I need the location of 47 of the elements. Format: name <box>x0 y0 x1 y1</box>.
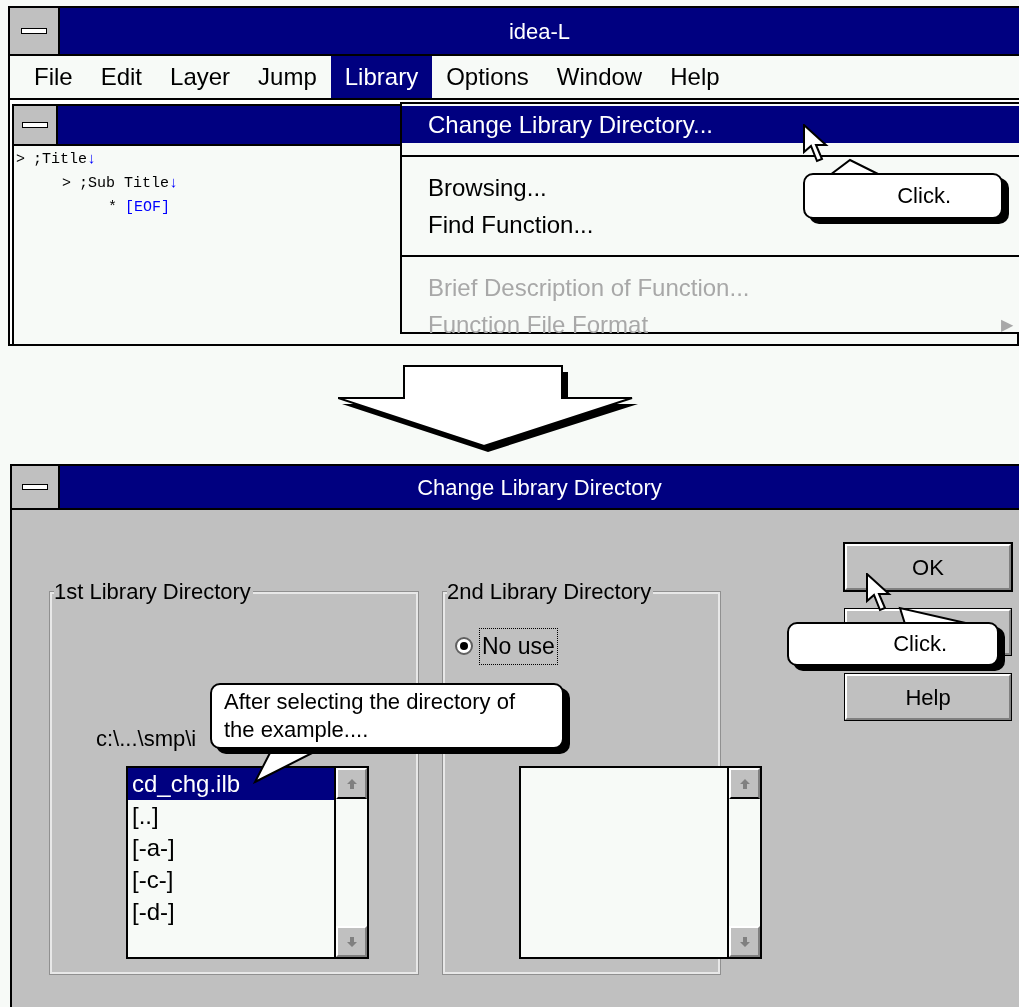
dialog-title: Change Library Directory <box>417 473 662 502</box>
scrollbar[interactable] <box>334 768 367 957</box>
up-arrow-icon <box>345 777 358 790</box>
line-end-mark: ↓ <box>169 174 179 194</box>
help-button[interactable]: Help <box>845 674 1011 720</box>
outline-marker: > <box>62 174 71 194</box>
menu-item[interactable]: Find Function... <box>402 206 620 243</box>
menu-item[interactable]: Library <box>330 56 433 98</box>
menu-item[interactable]: Change Library Directory... <box>402 106 1019 143</box>
eof-marker: [EOF] <box>125 198 171 218</box>
down-arrow-icon <box>345 935 358 948</box>
list-item[interactable]: [..] <box>128 800 334 832</box>
menu-item[interactable]: Browsing... <box>402 169 573 206</box>
list-box[interactable] <box>519 766 762 959</box>
menu-item[interactable]: Window <box>542 56 657 98</box>
system-menu-button[interactable] <box>10 8 60 54</box>
system-menu-button[interactable] <box>14 106 58 144</box>
outline-marker: > <box>16 150 25 170</box>
menu-item[interactable]: Layer <box>156 56 245 98</box>
submenu-arrow-icon: ▶ <box>1001 312 1013 337</box>
up-arrow-icon <box>738 777 751 790</box>
list-item[interactable]: [-d-] <box>128 896 334 928</box>
menu-item[interactable]: Help <box>656 56 734 98</box>
radio-button[interactable] <box>455 637 473 656</box>
line-end-mark: ↓ <box>87 150 97 170</box>
menu-item[interactable]: Options <box>432 56 543 98</box>
menu-item[interactable]: Edit <box>86 56 157 98</box>
scroll-down-button[interactable] <box>336 926 367 957</box>
heading-text: ;Title <box>33 150 88 170</box>
heading-text: ;Sub Title <box>79 174 170 194</box>
list-box[interactable]: cd_chg.ilb [..] [-a-] [-c-] [-d-] <box>126 766 369 959</box>
ok-button[interactable]: OK <box>845 544 1011 590</box>
list-item[interactable]: [-c-] <box>128 864 334 896</box>
list-item[interactable]: [-a-] <box>128 832 334 864</box>
menu-item[interactable]: File <box>20 56 87 98</box>
scroll-up-button[interactable] <box>336 768 367 799</box>
scrollbar[interactable] <box>727 768 760 957</box>
down-arrow-icon <box>738 935 751 948</box>
list-item[interactable]: cd_chg.ilb <box>128 768 334 800</box>
scroll-up-button[interactable] <box>729 768 760 799</box>
menu-item[interactable]: Jump <box>244 56 331 98</box>
down-arrow-icon <box>338 365 638 452</box>
window-title: idea-L <box>508 17 571 46</box>
directory-path: c:\...\smp\i <box>96 725 197 753</box>
outline-marker: * <box>108 198 117 218</box>
radio-label: No use <box>479 628 558 665</box>
scroll-down-button[interactable] <box>729 926 760 957</box>
